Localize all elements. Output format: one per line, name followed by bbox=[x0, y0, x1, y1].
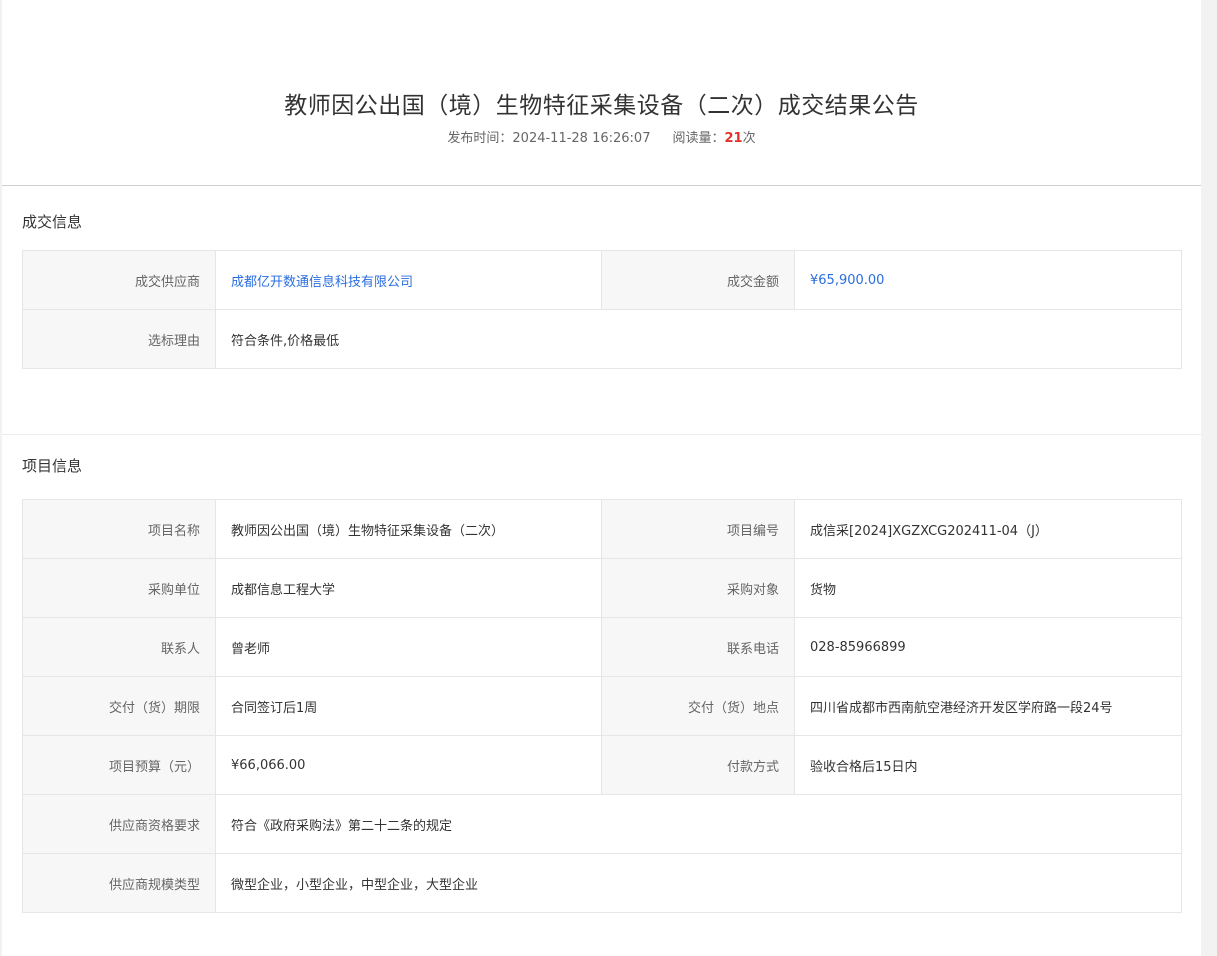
table-row: 项目预算（元） ¥66,066.00 付款方式 验收合格后15日内 bbox=[22, 735, 1182, 795]
purchaser-value: 成都信息工程大学 bbox=[215, 558, 602, 618]
project-info-title: 项目信息 bbox=[22, 457, 83, 475]
budget-label: 项目预算（元） bbox=[22, 735, 216, 795]
supplier-scale-label: 供应商规模类型 bbox=[22, 853, 216, 913]
payment-value: 验收合格后15日内 bbox=[794, 735, 1182, 795]
views-suffix: 次 bbox=[742, 131, 756, 146]
section-divider bbox=[2, 434, 1201, 435]
views-label: 阅读量： bbox=[672, 131, 725, 146]
scrollbar-track[interactable] bbox=[1201, 0, 1217, 956]
supplier-link[interactable]: 成都亿开数通信息科技有限公司 bbox=[215, 250, 602, 310]
project-info-table: 项目名称 教师因公出国（境）生物特征采集设备（二次） 项目编号 成信采[2024… bbox=[22, 499, 1182, 913]
deal-info-title: 成交信息 bbox=[22, 213, 83, 231]
qualification-label: 供应商资格要求 bbox=[22, 794, 216, 854]
reason-value: 符合条件,价格最低 bbox=[215, 309, 1182, 369]
page-meta: 发布时间：2024-11-28 16:26:07 阅读量：21次 bbox=[2, 130, 1201, 148]
purchase-object-label: 采购对象 bbox=[601, 558, 795, 618]
purchase-object-value: 货物 bbox=[794, 558, 1182, 618]
qualification-value: 符合《政府采购法》第二十二条的规定 bbox=[215, 794, 1182, 854]
phone-label: 联系电话 bbox=[601, 617, 795, 677]
payment-label: 付款方式 bbox=[601, 735, 795, 795]
announcement-page: 教师因公出国（境）生物特征采集设备（二次）成交结果公告 发布时间：2024-11… bbox=[2, 0, 1201, 956]
supplier-label: 成交供应商 bbox=[22, 250, 216, 310]
contact-value: 曾老师 bbox=[215, 617, 602, 677]
table-row: 选标理由 符合条件,价格最低 bbox=[22, 309, 1182, 369]
project-name-value: 教师因公出国（境）生物特征采集设备（二次） bbox=[215, 499, 602, 559]
publish-time-label: 发布时间： bbox=[447, 131, 513, 146]
project-code-value: 成信采[2024]XGZXCG202411-04（J） bbox=[794, 499, 1182, 559]
table-row: 交付（货）期限 合同签订后1周 交付（货）地点 四川省成都市西南航空港经济开发区… bbox=[22, 676, 1182, 736]
supplier-scale-value: 微型企业，小型企业，中型企业，大型企业 bbox=[215, 853, 1182, 913]
table-row: 供应商资格要求 符合《政府采购法》第二十二条的规定 bbox=[22, 794, 1182, 854]
budget-value: ¥66,066.00 bbox=[215, 735, 602, 795]
phone-value: 028-85966899 bbox=[794, 617, 1182, 677]
table-row: 项目名称 教师因公出国（境）生物特征采集设备（二次） 项目编号 成信采[2024… bbox=[22, 499, 1182, 559]
delivery-period-label: 交付（货）期限 bbox=[22, 676, 216, 736]
delivery-place-label: 交付（货）地点 bbox=[601, 676, 795, 736]
table-row: 采购单位 成都信息工程大学 采购对象 货物 bbox=[22, 558, 1182, 618]
publish-time: 2024-11-28 16:26:07 bbox=[512, 131, 651, 146]
amount-value: ¥65,900.00 bbox=[794, 250, 1182, 310]
table-row: 供应商规模类型 微型企业，小型企业，中型企业，大型企业 bbox=[22, 853, 1182, 913]
views-count: 21 bbox=[724, 131, 743, 146]
table-row: 联系人 曾老师 联系电话 028-85966899 bbox=[22, 617, 1182, 677]
deal-info-table: 成交供应商 成都亿开数通信息科技有限公司 成交金额 ¥65,900.00 选标理… bbox=[22, 250, 1182, 369]
amount-label: 成交金额 bbox=[601, 250, 795, 310]
project-name-label: 项目名称 bbox=[22, 499, 216, 559]
reason-label: 选标理由 bbox=[22, 309, 216, 369]
page-header: 教师因公出国（境）生物特征采集设备（二次）成交结果公告 发布时间：2024-11… bbox=[2, 0, 1201, 186]
table-row: 成交供应商 成都亿开数通信息科技有限公司 成交金额 ¥65,900.00 bbox=[22, 250, 1182, 310]
project-code-label: 项目编号 bbox=[601, 499, 795, 559]
purchaser-label: 采购单位 bbox=[22, 558, 216, 618]
page-title: 教师因公出国（境）生物特征采集设备（二次）成交结果公告 bbox=[284, 93, 919, 119]
delivery-place-value: 四川省成都市西南航空港经济开发区学府路一段24号 bbox=[794, 676, 1182, 736]
delivery-period-value: 合同签订后1周 bbox=[215, 676, 602, 736]
contact-label: 联系人 bbox=[22, 617, 216, 677]
